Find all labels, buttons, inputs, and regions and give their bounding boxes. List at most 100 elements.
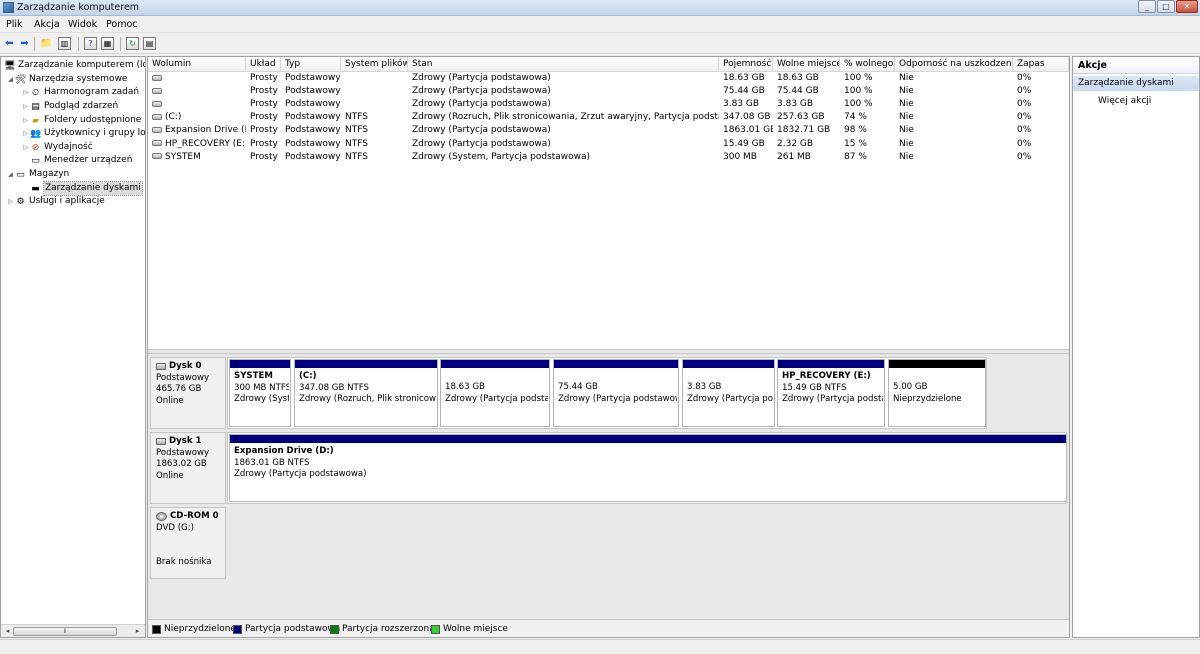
table-row[interactable]: (C:) Prosty Podstawowy NTFS Zdrowy (Rozruch,… [148, 111, 1069, 124]
collapse-arrow-icon[interactable]: ▷ [21, 141, 30, 154]
partition-block[interactable]: 5.00 GB Nieprzydzielone [888, 359, 986, 427]
partition-status: Zdrowy (Rozruch, Plik stronicowa [299, 394, 436, 404]
scroll-right-icon[interactable]: ▸ [132, 626, 143, 637]
col-volume-header[interactable]: Wolumin [148, 57, 246, 72]
cdrom-icon [156, 512, 167, 522]
storage-icon: ▭ [16, 169, 25, 180]
partition-block[interactable]: HP_RECOVERY (E:) 15.49 GB NTFS Zdrowy (Par… [777, 359, 885, 427]
status-bar [0, 639, 1200, 654]
col-percent-free-header[interactable]: % wolnego [840, 57, 895, 72]
collapse-arrow-icon[interactable]: ▷ [21, 127, 30, 140]
col-capacity-cell: 3.83 GB [723, 99, 760, 110]
col-free-space-header[interactable]: Wolne miejsce [773, 57, 840, 72]
volume-icon [152, 140, 162, 146]
scroll-thumb[interactable]: ⦀ [13, 627, 117, 636]
partition-block[interactable]: Expansion Drive (D:) 1863.01 GB NTFS Zdrow… [229, 434, 1067, 502]
table-row[interactable]: Expansion Drive (D:) Prosty Podstawowy NTFS… [148, 124, 1069, 137]
disk-status: Online [156, 470, 184, 481]
col-overhead-cell: 0% [1017, 138, 1032, 149]
table-row[interactable]: HP_RECOVERY (E:) Prosty Podstawowy NTFS Zdro… [148, 138, 1069, 151]
col-volume-cell: Expansion Drive (D:) [148, 124, 246, 137]
legend-swatch [431, 624, 440, 634]
collapse-arrow-icon[interactable]: ▷ [21, 86, 30, 99]
col-capacity-cell: 300 MB [723, 151, 757, 162]
tree-item-disk-management[interactable]: ▬ Zarządzanie dyskami [30, 181, 143, 196]
menu-pomoc[interactable]: Pomoc [106, 19, 138, 30]
show-hide-tree-icon[interactable]: ▥ [58, 37, 71, 50]
tree-item-system-tools[interactable]: ◢ 🛠 Narzędzia systemowe [6, 73, 127, 86]
col-volume-cell [148, 98, 246, 111]
disk-label-0[interactable]: Dysk 0 Podstawowy 465.76 GB Online [150, 357, 226, 429]
tree-item-services-applications[interactable]: ▷ ⚙ Usługi i aplikacje [6, 195, 105, 208]
tree-item-task-scheduler[interactable]: ▷ ⏲ Harmonogram zadań [21, 86, 139, 99]
tree-item-label: Użytkownicy i grupy lok [44, 128, 146, 138]
tree-item-shared-folders[interactable]: ▷ ▰ Foldery udostępnione [21, 114, 141, 127]
menu-widok[interactable]: Widok [68, 19, 97, 30]
collapse-arrow-icon[interactable]: ▷ [21, 100, 30, 113]
tree-horizontal-scrollbar[interactable]: ◂ ⦀ ▸ [1, 624, 145, 637]
col-percent-free-cell: 100 % [844, 86, 873, 97]
disk-label-2[interactable]: CD-ROM 0 DVD (G:) Brak nośnika [150, 507, 226, 579]
partition-color-bar [683, 360, 774, 368]
tree-item-device-manager[interactable]: ▭ Menedżer urządzeń [30, 154, 132, 167]
table-row[interactable]: Prosty Podstawowy Zdrowy (Partycja podstaw… [148, 85, 1069, 98]
forward-icon[interactable]: ➡ [18, 37, 31, 50]
help-icon[interactable]: ? [84, 37, 97, 50]
actions-section-disk-management[interactable]: Zarządzanie dyskami [1073, 76, 1199, 91]
volume-icon [152, 74, 162, 81]
col-percent-free-cell: 98 % [844, 125, 867, 136]
partition-size: 75.44 GB [558, 382, 598, 392]
hard-disk-icon [156, 438, 166, 446]
collapse-arrow-icon[interactable]: ▷ [21, 114, 30, 127]
col-percent-free-cell: 87 % [844, 151, 867, 162]
col-status-cell: Zdrowy (Partycja podstawowa) [412, 99, 551, 110]
rescan-disks-icon[interactable]: ▤ [143, 37, 156, 50]
back-icon[interactable]: ⬅ [3, 37, 16, 50]
collapse-arrow-icon[interactable]: ▷ [6, 195, 15, 208]
partition-name: (C:) [299, 371, 317, 381]
maximize-button[interactable]: □ [1157, 0, 1175, 13]
col-layout-header[interactable]: Układ [246, 57, 281, 72]
tree-item-performance[interactable]: ▷ ⊘ Wydajność [21, 141, 92, 154]
legend-label: Wolne miejsce [443, 624, 508, 634]
disk-size: 1863.02 GB [156, 459, 207, 469]
tree-item-computer-management[interactable]: 🖥 Zarządzanie komputerem (loka [4, 59, 145, 72]
more-actions-link[interactable]: Więcej akcji [1098, 96, 1151, 106]
disk-label-1[interactable]: Dysk 1 Podstawowy 1863.02 GB Online [150, 432, 226, 504]
partition-block[interactable]: 18.63 GB Zdrowy (Partycja podstaw [440, 359, 550, 427]
volume-name: SYSTEM [165, 151, 201, 162]
menu-akcja[interactable]: Akcja [34, 19, 60, 30]
menu-plik[interactable]: Plik [6, 19, 23, 30]
col-status-cell: Zdrowy (Partycja podstawowa) [412, 86, 551, 97]
col-type-cell: Podstawowy [285, 86, 341, 97]
partition-color-bar [554, 360, 678, 368]
close-button[interactable]: ✕ [1176, 0, 1198, 13]
col-filesystem-header[interactable]: System plików [341, 57, 408, 72]
tree-item-local-users[interactable]: ▷ 👥 Użytkownicy i grupy lok [21, 127, 146, 140]
legend-swatch [233, 624, 242, 634]
legend-item: Partycja podstawowa [233, 624, 340, 634]
col-type-header[interactable]: Typ [281, 57, 341, 72]
partition-block[interactable]: 75.44 GB Zdrowy (Partycja podstawow [553, 359, 679, 427]
partition-block[interactable]: 3.83 GB Zdrowy (Partycja poc [682, 359, 775, 427]
up-folder-icon[interactable]: 📁 [40, 37, 53, 50]
disk-type: DVD (G:) [156, 522, 194, 533]
refresh-icon[interactable]: ↻ [126, 37, 139, 50]
col-capacity-header[interactable]: Pojemność [719, 57, 773, 72]
partition-block[interactable]: (C:) 347.08 GB NTFS Zdrowy (Rozruch, Plik … [294, 359, 438, 427]
col-status-header[interactable]: Stan [408, 57, 719, 72]
tree-item-event-viewer[interactable]: ▷ ▤ Podgląd zdarzeń [21, 100, 118, 113]
services-icon: ⚙ [16, 196, 25, 207]
scroll-left-icon[interactable]: ◂ [2, 626, 13, 637]
table-row[interactable]: Prosty Podstawowy Zdrowy (Partycja podstaw… [148, 72, 1069, 85]
expand-arrow-icon[interactable]: ◢ [6, 73, 15, 86]
col-overhead-header[interactable]: Zapas [1013, 57, 1069, 72]
partition-block[interactable]: SYSTEM300 MB NTFSZdrowy (Syste [229, 359, 291, 427]
table-row[interactable]: Prosty Podstawowy Zdrowy (Partycja podstaw… [148, 98, 1069, 111]
col-fault-tolerance-header[interactable]: Odporność na uszkodzenia [895, 57, 1013, 72]
expand-arrow-icon[interactable]: ◢ [6, 168, 15, 181]
minimize-button[interactable]: _ [1138, 0, 1156, 13]
properties-icon[interactable]: ▦ [101, 37, 114, 50]
table-row[interactable]: SYSTEM Prosty Podstawowy NTFS Zdrowy (System… [148, 151, 1069, 164]
tree-item-storage[interactable]: ◢ ▭ Magazyn [6, 168, 69, 181]
